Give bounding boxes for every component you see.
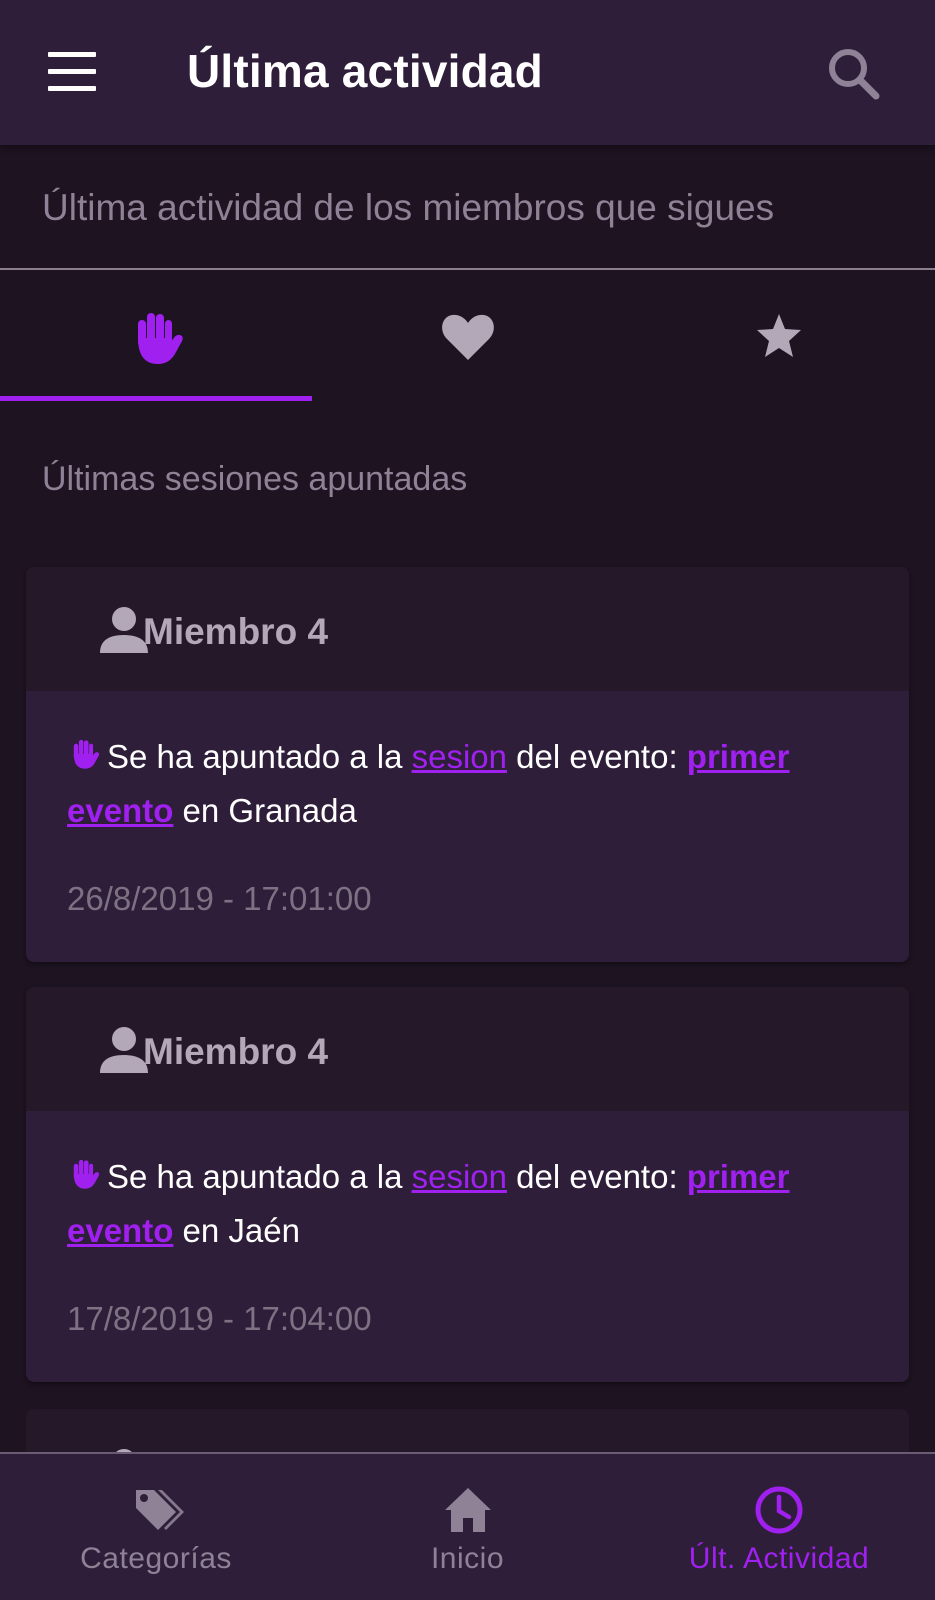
clock-icon [755,1486,803,1534]
nav-label-last-activity: Últ. Actividad [688,1542,870,1575]
section-title: Últimas sesiones apuntadas [42,460,468,498]
tab-starred[interactable] [623,272,934,400]
subheader: Última actividad de los miembros que sig… [0,145,935,270]
tab-bar [0,272,935,404]
card-header: Miembro 4 [26,987,909,1111]
activity-card: Miembro 4 Se ha apuntado a la sesion del… [26,567,909,962]
activity-text-start: Se ha apuntado a la [107,738,412,775]
activity-text: Se ha apuntado a la sesion del evento: p… [67,1150,877,1258]
session-link[interactable]: sesion [412,1158,507,1195]
nav-label-home: Inicio [430,1542,505,1575]
member-name[interactable]: Miembro 4 [143,611,328,653]
app-screen: Última actividad Última actividad de los… [0,0,935,1600]
member-name[interactable]: Miembro 4 [143,1031,328,1073]
activity-location: en Jaén [173,1212,300,1249]
bottom-navigation: Categorías Inicio Últ. Actividad [0,1452,935,1600]
search-button[interactable] [820,40,890,110]
star-icon [756,314,801,357]
nav-home[interactable]: Inicio [312,1454,623,1600]
activity-card: Miembro 4 Se ha apuntado a la sesion del… [26,987,909,1382]
tab-sessions[interactable] [0,272,311,400]
hand-icon [137,313,183,364]
search-icon [829,49,880,100]
user-icon [100,1027,148,1073]
tags-icon [136,1490,184,1530]
menu-icon [48,52,96,57]
activity-location: en Granada [173,792,357,829]
activity-text: Se ha apuntado a la sesion del evento: p… [67,730,877,838]
hand-icon [73,739,100,769]
subheader-text: Última actividad de los miembros que sig… [42,187,775,228]
nav-last-activity[interactable]: Últ. Actividad [623,1454,935,1600]
menu-button[interactable] [34,38,110,108]
activity-date: 26/8/2019 - 17:01:00 [67,880,372,917]
nav-categories[interactable]: Categorías [0,1454,312,1600]
hand-icon [73,1159,100,1189]
card-header: Miembro 4 [26,567,909,691]
heart-icon [441,314,494,360]
nav-label-categories: Categorías [80,1542,232,1575]
tab-favorites[interactable] [312,272,623,400]
activity-date: 17/8/2019 - 17:04:00 [67,1300,372,1337]
activity-text-middle: del evento: [506,738,687,775]
session-link[interactable]: sesion [412,738,507,775]
page-title: Última actividad [187,45,543,97]
active-tab-indicator [0,396,312,401]
user-icon [100,607,148,653]
activity-text-start: Se ha apuntado a la [107,1158,412,1195]
activity-text-middle: del evento: [506,1158,687,1195]
home-icon [444,1488,491,1532]
top-app-bar: Última actividad [0,0,935,145]
